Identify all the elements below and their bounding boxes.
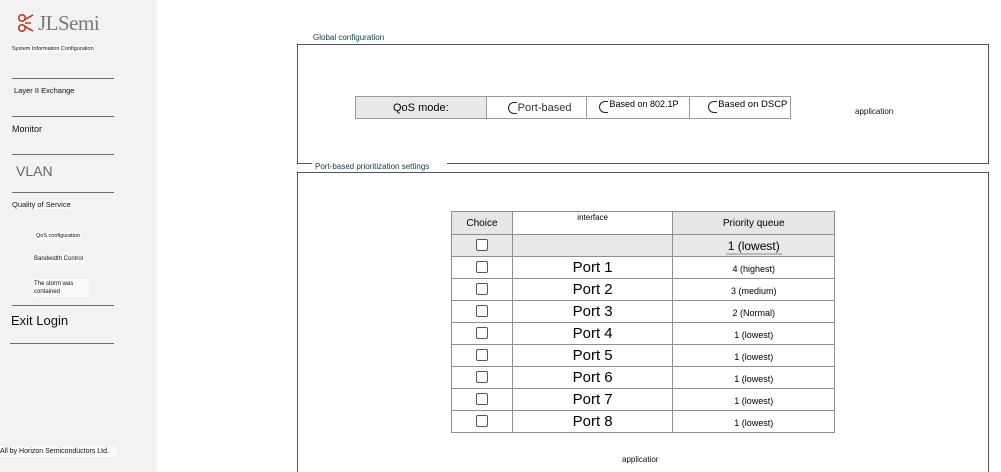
port-name: Port 5	[511, 344, 674, 367]
port-queue-select[interactable]: 2 (Normal)	[672, 300, 835, 323]
select-all-row: 1 (lowest)	[451, 234, 835, 257]
radio-icon[interactable]	[708, 101, 718, 113]
brand-name: JLSemi	[38, 10, 100, 35]
sidebar-item-monitor[interactable]: Monitor	[12, 118, 114, 155]
column-header-interface: interface	[511, 211, 674, 235]
sidebar-divider-2	[12, 290, 114, 306]
port-apply-button[interactable]: applicatior	[622, 455, 658, 464]
port-checkbox[interactable]	[475, 283, 488, 296]
table-row: Port 1 4 (highest)	[451, 256, 835, 279]
sidebar-item-vlan[interactable]: VLAN	[12, 156, 114, 193]
port-checkbox[interactable]	[475, 327, 488, 340]
column-header-choice: Choice	[451, 211, 513, 235]
table-row: Port 3 2 (Normal)	[451, 300, 835, 323]
table-row: Port 2 3 (medium)	[451, 278, 835, 301]
sidebar-subitem-bandwidth[interactable]: Bandwidth Control	[33, 255, 85, 263]
port-queue-select[interactable]: 1 (lowest)	[672, 366, 835, 389]
empty-cell	[511, 234, 674, 257]
radio-icon[interactable]	[599, 101, 609, 113]
port-checkbox[interactable]	[475, 371, 488, 384]
port-checkbox[interactable]	[475, 415, 488, 428]
table-row: Port 5 1 (lowest)	[451, 344, 835, 367]
port-name: Port 4	[511, 322, 674, 345]
port-priority-table: Choice interface Priority queue 1 (lowes…	[451, 211, 835, 433]
port-name: Port 1	[511, 256, 674, 279]
global-apply-button[interactable]: application	[855, 107, 893, 116]
sidebar-item-exit-login[interactable]: Exit Login	[10, 307, 114, 344]
footer-copyright: All by Horizon Semiconductors Ltd.	[0, 446, 117, 457]
sidebar-item-label: Monitor	[12, 124, 43, 134]
table-row: Port 8 1 (lowest)	[451, 410, 835, 433]
port-checkbox[interactable]	[475, 305, 488, 318]
brand-logo: JLSemi	[16, 8, 100, 38]
jlsemi-logo-icon	[17, 13, 34, 33]
qos-option-dscp[interactable]: Based on DSCP	[690, 97, 790, 118]
sidebar-item-layer2[interactable]: Layer II Exchange	[12, 80, 114, 117]
sidebar-divider-1	[12, 62, 114, 79]
sidebar-item-label: VLAN	[16, 163, 53, 179]
sidebar-subitem-qos-config[interactable]: QoS configuration	[35, 232, 82, 240]
global-config-legend: Global configuration	[310, 33, 388, 42]
port-checkbox[interactable]	[475, 393, 488, 406]
port-name: Port 6	[511, 366, 674, 389]
port-queue-select[interactable]: 1 (lowest)	[672, 322, 835, 345]
sidebar-item-system-info[interactable]: System Information Configuration	[12, 45, 94, 53]
port-queue-select[interactable]: 1 (lowest)	[672, 344, 835, 367]
sidebar-item-qos[interactable]: Quality of Service	[12, 200, 71, 209]
port-name: Port 2	[511, 278, 674, 301]
global-queue-select[interactable]: 1 (lowest)	[672, 234, 835, 257]
app-window: JLSemi System Information Configuration …	[0, 0, 1001, 472]
qos-mode-row: QoS mode: Port-based Based on 802.1P Bas…	[355, 96, 791, 119]
qos-option-8021p[interactable]: Based on 802.1P	[587, 97, 691, 118]
port-queue-select[interactable]: 3 (medium)	[672, 278, 835, 301]
select-all-cell	[451, 234, 513, 257]
port-name: Port 3	[511, 300, 674, 323]
sidebar-item-label: Exit Login	[11, 313, 69, 328]
qos-mode-label: QoS mode:	[356, 97, 487, 118]
port-queue-select[interactable]: 4 (highest)	[672, 256, 835, 279]
port-checkbox[interactable]	[475, 349, 488, 362]
table-row: Port 6 1 (lowest)	[451, 366, 835, 389]
radio-icon[interactable]	[507, 101, 517, 114]
port-queue-select[interactable]: 1 (lowest)	[672, 410, 835, 433]
column-header-priority-queue: Priority queue	[672, 211, 835, 235]
select-all-checkbox[interactable]	[475, 239, 488, 252]
port-name: Port 7	[511, 388, 674, 411]
port-name: Port 8	[511, 410, 674, 433]
table-row: Port 7 1 (lowest)	[451, 388, 835, 411]
qos-option-port-based[interactable]: Port-based	[487, 97, 588, 118]
sidebar-item-label: Layer II Exchange	[14, 86, 75, 95]
port-priority-legend: Port-based prioritization settings	[312, 162, 448, 171]
port-queue-select[interactable]: 1 (lowest)	[672, 388, 835, 411]
table-row: Port 4 1 (lowest)	[451, 322, 835, 345]
sidebar: JLSemi System Information Configuration …	[0, 0, 157, 472]
port-checkbox[interactable]	[475, 261, 488, 274]
table-header-row: Choice interface Priority queue	[451, 211, 835, 235]
